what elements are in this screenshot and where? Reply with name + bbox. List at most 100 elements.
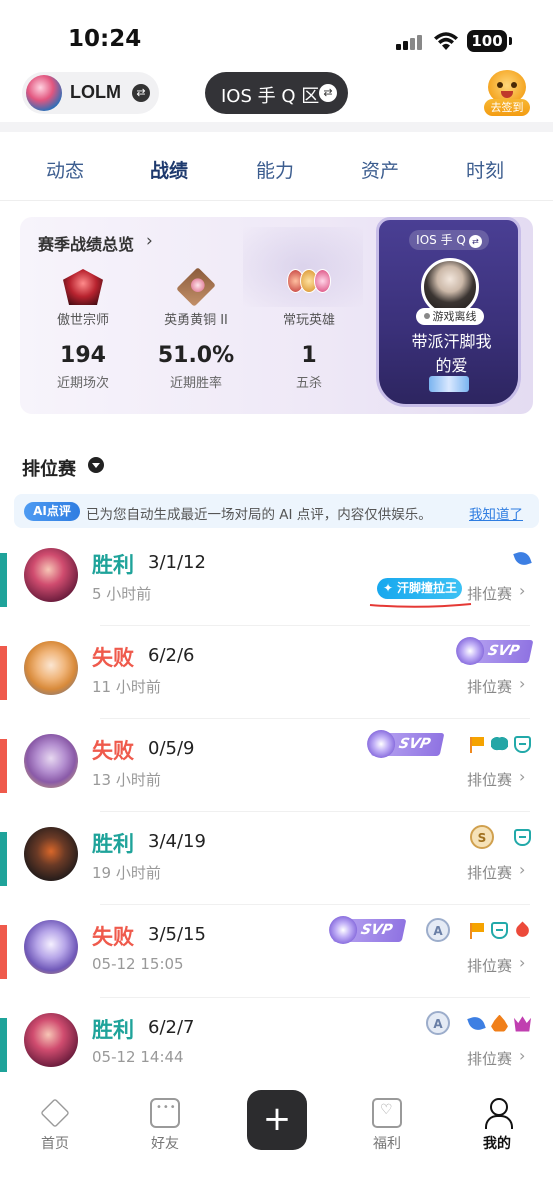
match-row[interactable]: 失败 0/5/9 13 小时前 排位赛 › SVP <box>0 731 553 824</box>
profile-server: IOS 手 Q ⇄ <box>409 230 489 250</box>
match-time: 5 小时前 <box>92 585 152 603</box>
favorite-champions: 常玩英雄 <box>254 269 364 328</box>
chevron-right-icon: › <box>519 674 526 693</box>
stat-label: 近期胜率 <box>169 376 222 391</box>
result-bar <box>0 739 7 793</box>
match-row[interactable]: 胜利 3/4/19 19 小时前 排位赛 › S <box>0 824 553 917</box>
match-time: 13 小时前 <box>92 771 161 789</box>
divider <box>0 200 553 201</box>
match-badges: S <box>470 824 531 850</box>
match-result: 胜利 <box>92 832 134 856</box>
match-mode: 排位赛 <box>467 678 513 696</box>
game-switcher[interactable]: LOLM ⇄ <box>22 72 159 114</box>
result-bar <box>0 646 7 700</box>
annotation-underline <box>369 603 472 608</box>
server-switcher[interactable]: IOS 手 Q 区 ⇄ <box>205 72 348 114</box>
nav-label: 好友 <box>151 1136 179 1152</box>
ai-review-text: 已为您自动生成最近一场对局的 AI 点评，内容仅供娱乐。 <box>86 507 432 523</box>
profile-frame[interactable]: IOS 手 Q ⇄ 游戏离线 带派汗脚我 的爱 <box>376 217 521 407</box>
match-row[interactable]: 胜利 3/1/12 5 小时前 排位赛 › 汗脚撞拉王 <box>0 545 553 638</box>
gift-icon <box>372 1098 402 1128</box>
leaf-icon <box>513 548 532 568</box>
champion-avatar <box>24 548 78 602</box>
stat-winrate: 51.0% 近期胜率 <box>141 343 251 391</box>
nav-rewards[interactable]: 福利 <box>347 1098 427 1153</box>
champion-avatar <box>24 920 78 974</box>
a-grade-badge: A <box>426 1011 450 1035</box>
wifi-icon <box>434 32 458 50</box>
nav-friends[interactable]: 好友 <box>125 1098 205 1153</box>
rank-label: 傲世宗师 <box>56 313 109 328</box>
result-bar <box>0 553 7 607</box>
stat-value: 51.0% <box>157 343 235 368</box>
nav-label: 福利 <box>373 1136 401 1152</box>
status-text: 游戏离线 <box>432 310 477 323</box>
checkin-label: 去签到 <box>484 99 530 116</box>
chevron-right-icon: › <box>519 767 526 786</box>
svp-badge: SVP <box>332 918 407 942</box>
match-mode: 排位赛 <box>467 585 513 603</box>
master-rank-icon <box>63 269 103 305</box>
swap-icon: ⇄ <box>319 84 337 102</box>
match-kda: 6/2/6 <box>148 645 195 666</box>
checkin-button[interactable]: 去签到 <box>484 70 530 118</box>
shield-icon <box>491 921 508 939</box>
nav-me[interactable]: 我的 <box>457 1098 537 1153</box>
heart-icon <box>491 735 508 753</box>
match-mode: 排位赛 <box>467 1050 513 1068</box>
match-kda: 3/4/19 <box>148 831 206 852</box>
flag-icon <box>468 735 485 753</box>
section-title[interactable]: 排位赛 <box>22 455 76 481</box>
status-time: 10:24 <box>68 26 142 52</box>
flag-icon <box>468 921 485 939</box>
game-name: LOLM <box>70 82 121 102</box>
stat-matches: 194 近期场次 <box>28 343 138 391</box>
tab-ability[interactable]: 能力 <box>256 156 294 183</box>
status-bar: 10:24 100 <box>0 0 553 70</box>
chevron-right-icon: › <box>519 860 526 879</box>
blood-drop-icon <box>513 920 532 940</box>
dropdown-caret-icon[interactable] <box>88 457 104 473</box>
battery-icon: 100 <box>467 30 512 52</box>
match-time: 19 小时前 <box>92 864 161 882</box>
swap-icon: ⇄ <box>468 235 482 248</box>
match-result: 胜利 <box>92 1018 134 1042</box>
tab-moments[interactable]: 时刻 <box>466 156 504 183</box>
match-result: 失败 <box>92 739 134 763</box>
s-grade-badge: S <box>470 825 494 849</box>
divider <box>100 625 530 626</box>
chevron-right-icon: › <box>519 953 526 972</box>
champion-avatars <box>287 269 331 305</box>
season-overview-card[interactable]: 赛季战绩总览 › 傲世宗师 英勇黄铜 II 常玩英雄 194 近期场次 51.0… <box>20 217 533 414</box>
match-result: 失败 <box>92 646 134 670</box>
match-time: 11 小时前 <box>92 678 161 696</box>
divider <box>100 904 530 905</box>
stat-value: 194 <box>60 343 106 368</box>
match-badges: SVP A <box>332 917 532 943</box>
tab-feed[interactable]: 动态 <box>46 156 84 183</box>
tab-assets[interactable]: 资产 <box>361 156 399 183</box>
match-badges: SVP <box>459 638 534 664</box>
match-row[interactable]: 失败 6/2/6 11 小时前 排位赛 › SVP <box>0 638 553 731</box>
tab-record[interactable]: 战绩 <box>150 156 188 183</box>
header: LOLM ⇄ IOS 手 Q 区 ⇄ 去签到 <box>0 70 553 120</box>
champion-avatar <box>24 827 78 881</box>
match-kda: 6/2/7 <box>148 1017 195 1038</box>
ai-ack-link[interactable]: 我知道了 <box>469 503 523 523</box>
plus-icon[interactable]: + <box>247 1090 307 1150</box>
nav-home[interactable]: 首页 <box>15 1098 95 1153</box>
fire-icon <box>491 1014 508 1032</box>
divider <box>100 811 530 812</box>
match-row[interactable]: 失败 3/5/15 05-12 15:05 排位赛 › SVP A <box>0 917 553 1010</box>
match-time: 05-12 15:05 <box>92 955 184 973</box>
match-time: 05-12 14:44 <box>92 1048 184 1066</box>
player-name: 带派汗脚我 的爱 <box>385 330 518 378</box>
ai-review-tag: AI点评 <box>24 502 80 521</box>
divider <box>0 122 553 132</box>
divider <box>100 718 530 719</box>
stat-label: 五杀 <box>295 376 322 391</box>
a-grade-badge: A <box>426 918 450 942</box>
rank-current: 英勇黄铜 II <box>141 267 251 328</box>
champion-avatar <box>24 641 78 695</box>
rank-label: 常玩英雄 <box>282 313 335 328</box>
